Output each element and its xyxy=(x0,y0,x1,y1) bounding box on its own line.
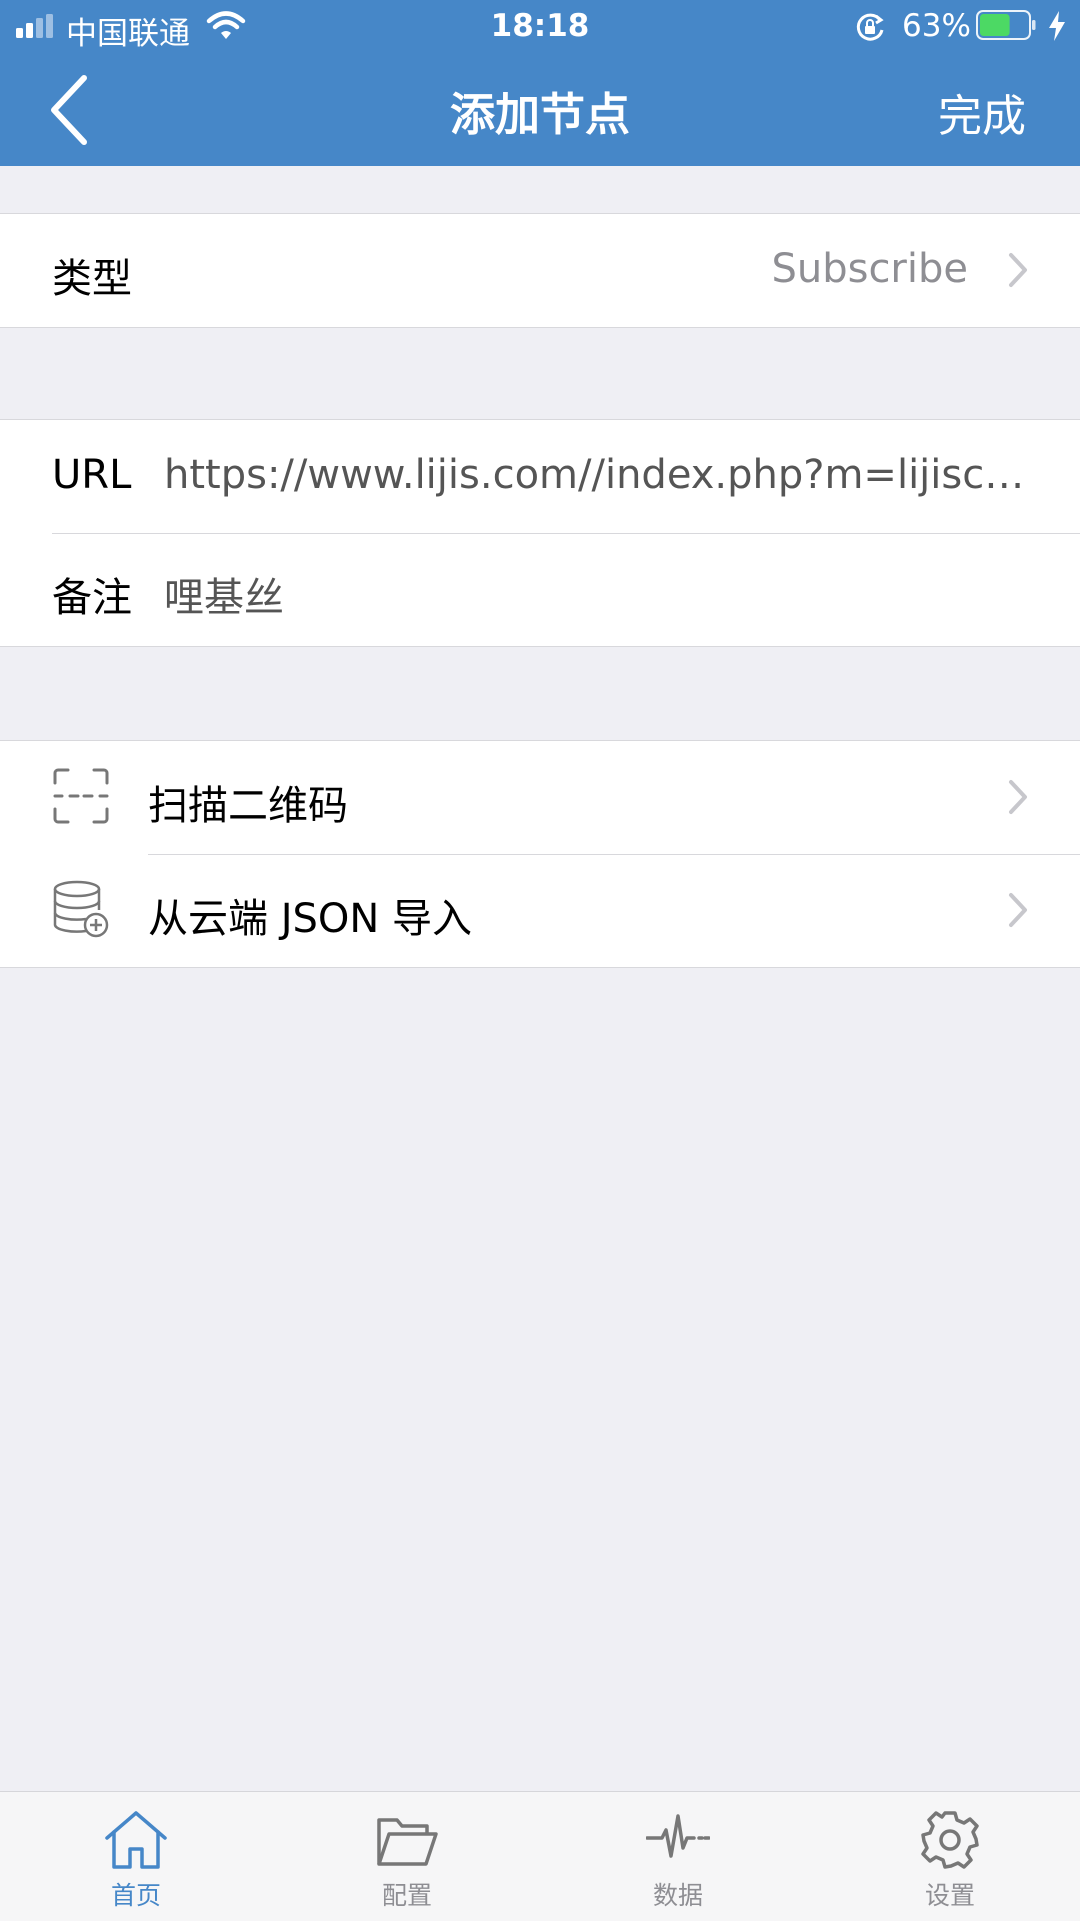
import-json-label: 从云端 JSON 导入 xyxy=(148,896,473,942)
import-actions-section: 扫描二维码 从云端 JSON 导入 xyxy=(0,740,1080,968)
gear-icon xyxy=(921,1811,979,1869)
tab-home[interactable]: 首页 xyxy=(56,1792,216,1921)
home-icon xyxy=(105,1811,167,1869)
scan-qr-row[interactable]: 扫描二维码 xyxy=(0,741,1080,854)
navigation-header: 中国联通 18:18 63% 添加节点 完成 xyxy=(0,0,1080,166)
tab-home-label: 首页 xyxy=(110,1881,161,1910)
type-row[interactable]: 类型 Subscribe xyxy=(0,214,1080,327)
remark-row[interactable]: 备注 哩基丝 xyxy=(0,533,1080,646)
url-row[interactable]: URL https://www.lijis.com//index.php?m=l… xyxy=(0,420,1080,533)
url-label: URL xyxy=(52,452,132,498)
pulse-icon xyxy=(646,1814,710,1858)
battery-icon xyxy=(976,10,1036,40)
scan-qr-label: 扫描二维码 xyxy=(148,783,348,829)
orientation-lock-icon xyxy=(856,13,884,41)
tab-settings-label: 设置 xyxy=(924,1881,975,1910)
tab-data[interactable]: 数据 xyxy=(598,1792,758,1921)
url-field[interactable]: https://www.lijis.com//index.php?m=lijis… xyxy=(164,452,1030,498)
database-add-icon xyxy=(53,880,109,938)
charging-icon xyxy=(1049,11,1065,41)
qr-scan-icon xyxy=(53,768,109,824)
type-section: 类型 Subscribe xyxy=(0,213,1080,328)
chevron-right-icon xyxy=(1009,780,1027,814)
tab-settings[interactable]: 设置 xyxy=(870,1792,1030,1921)
chevron-right-icon xyxy=(1009,893,1027,927)
done-button[interactable]: 完成 xyxy=(938,80,1026,144)
import-json-row[interactable]: 从云端 JSON 导入 xyxy=(0,854,1080,967)
chevron-right-icon xyxy=(1009,253,1027,287)
remark-label: 备注 xyxy=(52,575,132,621)
page-title: 添加节点 xyxy=(449,88,630,141)
type-label: 类型 xyxy=(52,256,132,302)
remark-field[interactable]: 哩基丝 xyxy=(164,565,1030,623)
type-value: Subscribe xyxy=(771,246,968,292)
tab-config[interactable]: 配置 xyxy=(327,1792,487,1921)
status-bar: 中国联通 18:18 63% xyxy=(0,0,1080,56)
tab-data-label: 数据 xyxy=(652,1881,703,1910)
node-fields-section: URL https://www.lijis.com//index.php?m=l… xyxy=(0,419,1080,647)
folder-icon xyxy=(377,1818,438,1866)
battery-percentage: 63% xyxy=(902,8,971,44)
tab-config-label: 配置 xyxy=(381,1881,432,1910)
tab-bar: 首页 配置 数据 设置 xyxy=(0,1791,1080,1921)
